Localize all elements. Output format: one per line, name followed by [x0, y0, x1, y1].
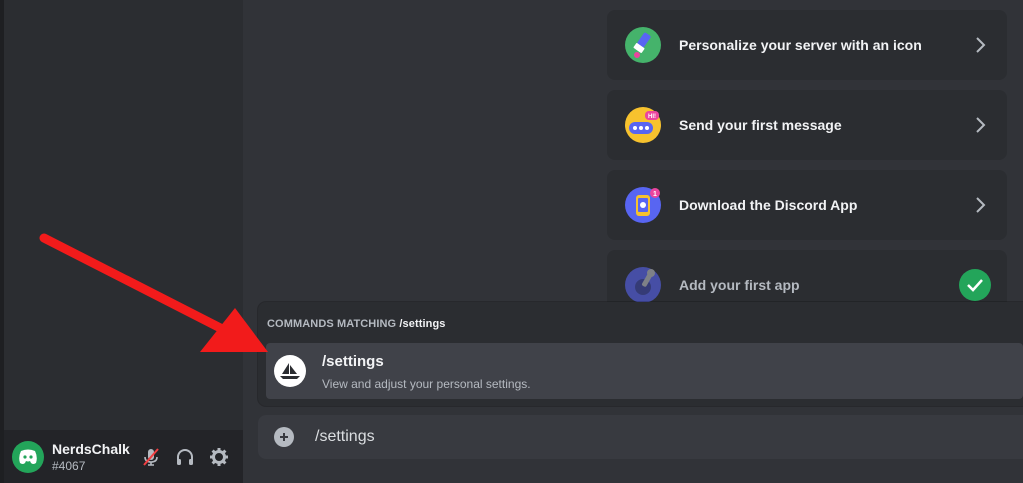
- mic-muted-icon: [143, 447, 159, 466]
- checklist-card-server-icon[interactable]: Personalize your server with an icon: [607, 10, 1007, 80]
- sailboat-icon: [274, 355, 306, 387]
- chevron-right-icon: [976, 197, 986, 213]
- chevron-right-icon: [976, 117, 986, 133]
- user-info[interactable]: NerdsChalk #4067: [52, 442, 130, 472]
- svg-text:1: 1: [653, 191, 657, 198]
- header-query: /settings: [399, 318, 446, 330]
- add-attachment-icon[interactable]: [274, 427, 294, 447]
- avatar[interactable]: [12, 440, 44, 473]
- svg-text:HI!: HI!: [648, 114, 656, 120]
- message-input-text[interactable]: /settings: [315, 428, 375, 446]
- command-option-settings[interactable]: /settings View and adjust your personal …: [266, 343, 1023, 399]
- deafen-button[interactable]: [169, 441, 201, 473]
- user-settings-button[interactable]: [203, 441, 235, 473]
- headphones-icon: [177, 448, 193, 465]
- wrench-icon: [625, 267, 661, 303]
- voice-controls: [135, 430, 235, 483]
- channel-sidebar: [4, 0, 243, 483]
- checklist-card-download-app[interactable]: 1 Download the Discord App: [607, 170, 1007, 240]
- discord-logo-icon: [19, 449, 37, 464]
- autocomplete-header: COMMANDS MATCHING /settings: [267, 318, 446, 330]
- header-prefix: COMMANDS MATCHING: [267, 318, 397, 330]
- command-description: View and adjust your personal settings.: [322, 377, 531, 391]
- mute-mic-button[interactable]: [135, 441, 167, 473]
- chevron-right-icon: [976, 37, 986, 53]
- command-autocomplete-popup: COMMANDS MATCHING /settings /settings Vi…: [258, 302, 1023, 406]
- gear-icon: [210, 447, 228, 466]
- checklist-card-first-message[interactable]: HI! Send your first message: [607, 90, 1007, 160]
- message-input-box[interactable]: /settings: [258, 415, 1023, 459]
- command-name: /settings: [322, 353, 384, 370]
- phone-icon: 1: [625, 187, 661, 223]
- checklist-label: Send your first message: [679, 117, 842, 133]
- checklist-label: Personalize your server with an icon: [679, 37, 922, 53]
- checklist-label: Add your first app: [679, 277, 800, 293]
- chat-bubble-icon: HI!: [625, 107, 661, 143]
- completed-check-icon: [959, 269, 991, 301]
- paintbrush-icon: [625, 27, 661, 63]
- username: NerdsChalk: [52, 440, 130, 457]
- user-panel: NerdsChalk #4067: [4, 430, 243, 483]
- checklist-label: Download the Discord App: [679, 197, 858, 213]
- discriminator: #4067: [52, 458, 86, 473]
